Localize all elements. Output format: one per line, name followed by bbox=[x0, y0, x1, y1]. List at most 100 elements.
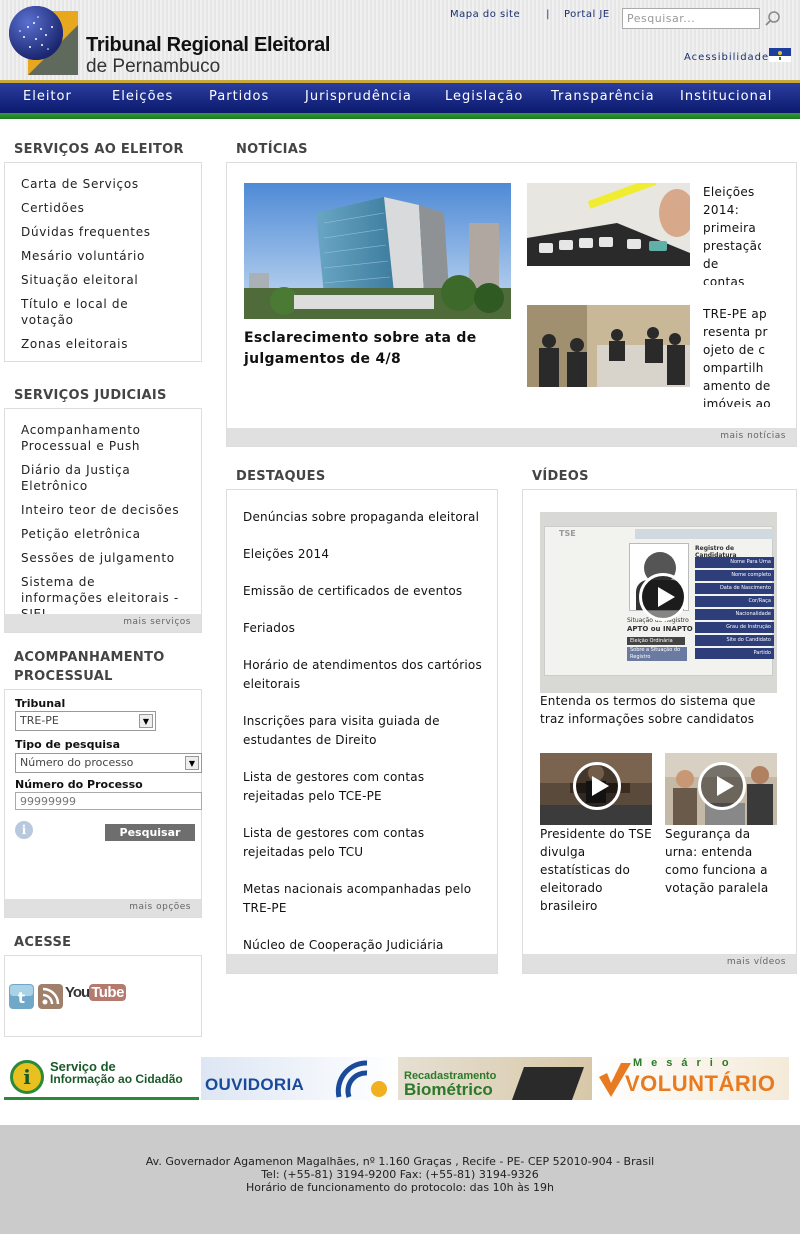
info-icon[interactable]: i bbox=[15, 821, 33, 839]
mesario-line-1: Mesário bbox=[633, 1057, 738, 1069]
news-thumb-meeting[interactable] bbox=[527, 305, 690, 387]
process-number-label: Número do Processo bbox=[15, 778, 143, 791]
more-videos-link[interactable]: mais vídeos bbox=[523, 954, 796, 973]
nav-item-eleitor[interactable]: Eleitor bbox=[23, 89, 72, 104]
registry-row: Nacionalidade bbox=[695, 609, 774, 620]
video-caption-2[interactable]: Segurança da urna: entenda como funciona… bbox=[665, 825, 777, 897]
ouvidoria-banner[interactable]: OUVIDORIA bbox=[201, 1057, 396, 1100]
highlight-link[interactable]: Núcleo de Cooperação Judiciária bbox=[243, 936, 483, 955]
highlight-link[interactable]: Inscrições para visita guiada de estudan… bbox=[243, 712, 483, 750]
news-main-headline[interactable]: Esclarecimento sobre ata de julgamentos … bbox=[244, 328, 484, 370]
judicial-service-link[interactable]: Acompanhamento Processual e Push bbox=[21, 422, 181, 454]
highlight-link[interactable]: Lista de gestores com contas rejeitadas … bbox=[243, 768, 483, 806]
judicial-services-heading: SERVIÇOS JUDICIAIS bbox=[14, 388, 167, 403]
more-services-link[interactable]: mais serviços bbox=[5, 614, 201, 632]
sic-banner[interactable]: i Serviço de Informação ao Cidadão bbox=[4, 1057, 199, 1100]
news-side-headline-2[interactable]: TRE-PE apresenta projeto de compartilham… bbox=[703, 305, 771, 407]
highlight-link[interactable]: Horário de atendimentos dos cartórios el… bbox=[243, 656, 483, 694]
judicial-services-box: Acompanhamento Processual e Push Diário … bbox=[4, 408, 202, 633]
news-heading: NOTÍCIAS bbox=[236, 142, 308, 157]
voter-service-link[interactable]: Certidões bbox=[21, 200, 181, 216]
registry-row: Cor/Raça bbox=[695, 596, 774, 607]
biometric-banner[interactable]: Recadastramento Biométrico bbox=[398, 1057, 592, 1100]
search-type-value: Número do processo bbox=[20, 756, 134, 769]
more-options-link[interactable]: mais opções bbox=[5, 899, 201, 917]
mesario-line-2: VOLUNTÁRIO bbox=[625, 1071, 776, 1096]
voter-service-link[interactable]: Título e local de votação bbox=[21, 296, 181, 328]
scanner-shape bbox=[511, 1067, 585, 1100]
search-process-button[interactable]: Pesquisar bbox=[105, 824, 195, 841]
registry-row: Nome Para Urna bbox=[695, 557, 774, 568]
top-links: Mapa do site | Portal JE bbox=[450, 9, 610, 20]
nav-item-transparencia[interactable]: Transparência bbox=[551, 89, 655, 104]
highlight-link[interactable]: Feriados bbox=[243, 619, 483, 638]
page: Tribunal Regional Eleitoral de Pernambuc… bbox=[0, 0, 800, 1234]
news-side-headline-1[interactable]: Eleições 2014: primeira prestação de con… bbox=[703, 183, 761, 285]
svg-text:t: t bbox=[18, 989, 25, 1007]
voter-service-link[interactable]: Situação eleitoral bbox=[21, 272, 181, 288]
accessibility-link[interactable]: Acessibilidade bbox=[684, 52, 769, 63]
highlight-link[interactable]: Metas nacionais acompanhadas pelo TRE-PE bbox=[243, 880, 483, 918]
twitter-icon[interactable]: t bbox=[9, 984, 34, 1009]
mesario-banner[interactable]: Mesário VOLUNTÁRIO bbox=[595, 1057, 789, 1100]
ouvidoria-waves-icon bbox=[335, 1060, 387, 1098]
chevron-down-icon: ▼ bbox=[185, 756, 199, 770]
news-main-image[interactable] bbox=[244, 183, 511, 319]
search-type-select[interactable]: Número do processo ▼ bbox=[15, 753, 202, 773]
nav-item-jurisprudencia[interactable]: Jurisprudência bbox=[305, 89, 412, 104]
highlight-link[interactable]: Lista de gestores com contas rejeitadas … bbox=[243, 824, 483, 862]
play-icon[interactable] bbox=[639, 573, 687, 621]
play-icon[interactable] bbox=[698, 762, 746, 810]
info-letter: i bbox=[23, 1065, 31, 1089]
highlight-link[interactable]: Emissão de certificados de eventos bbox=[243, 582, 483, 601]
registry-row: Site do Candidato bbox=[695, 635, 774, 646]
tse-logo-text: TSE bbox=[559, 529, 576, 538]
tribunal-label: Tribunal bbox=[15, 697, 66, 710]
tre-logo-icon[interactable] bbox=[8, 5, 80, 77]
access-heading: ACESSE bbox=[14, 935, 72, 950]
registry-row: Grau de Instrução bbox=[695, 622, 774, 633]
process-tracking-heading: ACOMPANHAMENTO PROCESSUAL bbox=[14, 650, 165, 684]
youtube-icon[interactable]: You Tube bbox=[65, 984, 126, 1008]
sic-banner-text: Serviço de Informação ao Cidadão bbox=[50, 1060, 183, 1086]
rss-icon[interactable] bbox=[38, 984, 63, 1009]
videos-box: TSE Situação do Registro APTO ou INAPTO … bbox=[522, 489, 797, 974]
play-icon[interactable] bbox=[573, 762, 621, 810]
highlight-link[interactable]: Eleições 2014 bbox=[243, 545, 483, 564]
nav-item-institucional[interactable]: Institucional bbox=[680, 89, 772, 104]
voter-service-link[interactable]: Dúvidas frequentes bbox=[21, 224, 181, 240]
nav-item-eleicoes[interactable]: Eleições bbox=[112, 89, 173, 104]
main-video-player[interactable]: TSE Situação do Registro APTO ou INAPTO … bbox=[540, 512, 777, 693]
tribunal-select-value: TRE-PE bbox=[20, 714, 59, 727]
footer-address: Av. Governador Agamenon Magalhães, nº 1.… bbox=[145, 1155, 655, 1168]
voter-service-link[interactable]: Carta de Serviços bbox=[21, 176, 181, 192]
tribunal-select[interactable]: TRE-PE ▼ bbox=[15, 711, 156, 731]
judicial-service-link[interactable]: Diário da Justiça Eletrônico bbox=[21, 462, 181, 494]
video-caption-1[interactable]: Presidente do TSE divulga estatísticas d… bbox=[540, 825, 652, 915]
nav-item-legislacao[interactable]: Legislação bbox=[445, 89, 523, 104]
voter-service-link[interactable]: Mesário voluntário bbox=[21, 248, 181, 264]
magnifier-icon[interactable] bbox=[764, 10, 782, 28]
process-number-field[interactable]: 99999999 bbox=[15, 792, 202, 810]
search-type-label: Tipo de pesquisa bbox=[15, 738, 121, 751]
main-video-caption[interactable]: Entenda os termos do sistema que traz in… bbox=[540, 692, 780, 728]
judicial-service-link[interactable]: Petição eletrônica bbox=[21, 526, 181, 542]
nav-item-partidos[interactable]: Partidos bbox=[209, 89, 269, 104]
judicial-service-link[interactable]: Sessões de julgamento bbox=[21, 550, 181, 566]
news-thumb-calculator[interactable] bbox=[527, 183, 690, 266]
footer: Av. Governador Agamenon Magalhães, nº 1.… bbox=[0, 1125, 800, 1234]
judicial-service-link[interactable]: Inteiro teor de decisões bbox=[21, 502, 181, 518]
sic-line-2: Informação ao Cidadão bbox=[50, 1072, 183, 1086]
site-title[interactable]: Tribunal Regional Eleitoral bbox=[86, 34, 330, 57]
highlight-link[interactable]: Denúncias sobre propaganda eleitoral bbox=[243, 508, 483, 527]
highlights-footer-bar bbox=[227, 954, 497, 973]
registration-note: Sobre a Situação do Registro bbox=[627, 647, 687, 661]
pernambuco-flag-icon bbox=[769, 48, 791, 62]
site-map-link[interactable]: Mapa do site bbox=[450, 9, 520, 20]
portal-je-link[interactable]: Portal JE bbox=[564, 9, 610, 20]
voter-service-link[interactable]: Zonas eleitorais bbox=[21, 336, 181, 352]
biometric-text: Recadastramento Biométrico bbox=[404, 1069, 496, 1098]
site-subtitle: de Pernambuco bbox=[86, 56, 221, 77]
search-input[interactable] bbox=[622, 8, 760, 29]
more-news-link[interactable]: mais notícias bbox=[227, 428, 796, 446]
